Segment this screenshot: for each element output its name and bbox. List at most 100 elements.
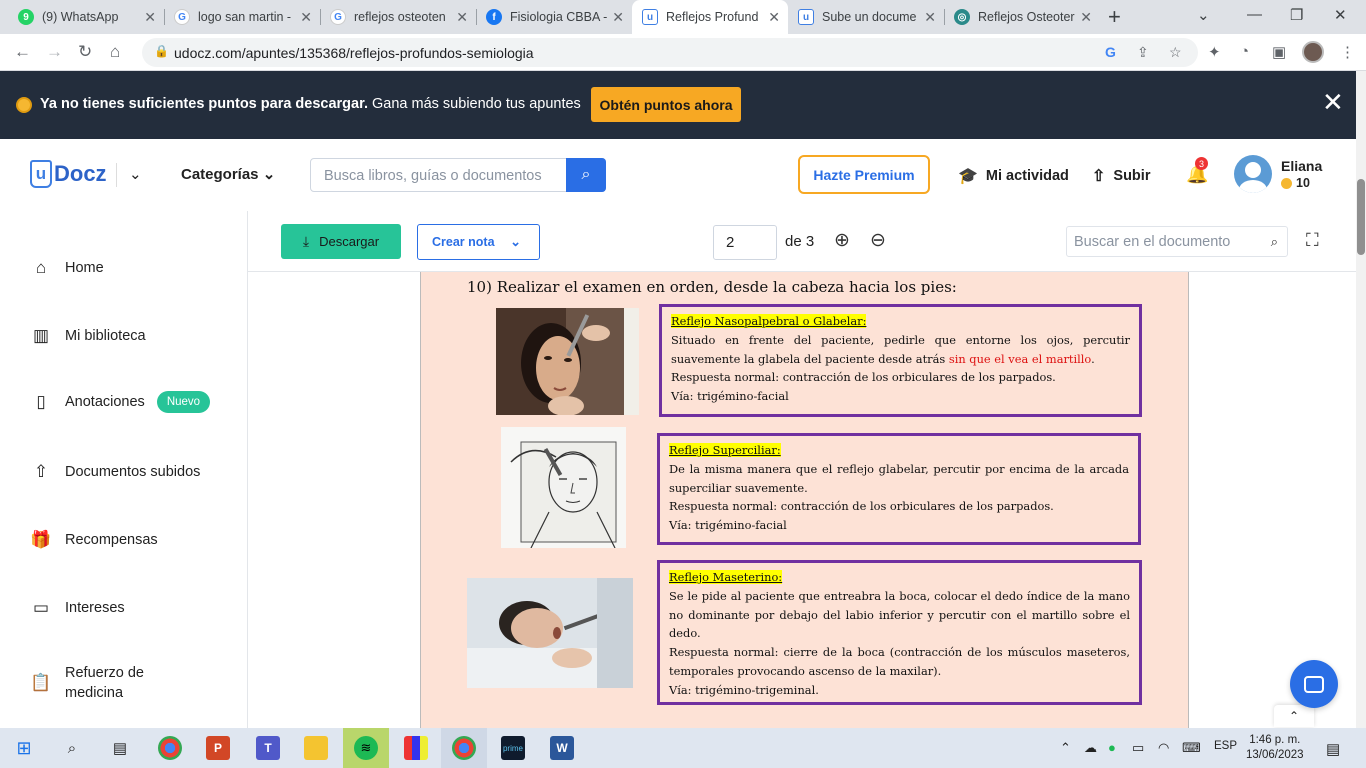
close-banner-icon[interactable]: ✕	[1322, 89, 1344, 115]
sidebar-item-medicine[interactable]: 📋 Refuerzo de medicina	[30, 663, 190, 703]
omnibox[interactable]: 🔒 udocz.com/apuntes/135368/reflejos-prof…	[142, 38, 1198, 67]
reload-icon[interactable]: ↻	[78, 42, 92, 62]
tab-search-icon[interactable]: ⌄	[1197, 6, 1210, 24]
windows-start-icon[interactable]: ⊞	[12, 736, 36, 760]
spotify-icon[interactable]: ≋	[354, 736, 378, 760]
bookmark-star-icon[interactable]: ☆	[1169, 44, 1182, 61]
keyboard-icon[interactable]: ⌨	[1182, 740, 1201, 756]
gift-icon: 🎁	[30, 530, 52, 549]
library-icon: ▥	[32, 326, 50, 345]
cloud-icon[interactable]: ☁	[1084, 740, 1097, 756]
office-app-icon[interactable]	[404, 736, 428, 760]
scrollbar-thumb[interactable]	[1357, 179, 1365, 255]
browser-menu-icon[interactable]: ⋮	[1340, 43, 1355, 61]
lock-icon: 🔒	[154, 44, 169, 58]
document-search-input[interactable]: Buscar en el documento ⌕	[1066, 226, 1288, 257]
notification-center-icon[interactable]: ▤	[1326, 740, 1340, 758]
search-icon[interactable]: ⌕	[60, 736, 84, 760]
download-button[interactable]: ⤓ Descargar	[281, 224, 401, 259]
sidebar-item-rewards[interactable]: 🎁 Recompensas	[30, 530, 157, 550]
tray-chevron-icon[interactable]: ⌃	[1060, 740, 1071, 756]
facebook-icon: f	[486, 9, 502, 25]
udocz-logo[interactable]: u Docz	[30, 160, 107, 188]
points-banner: Ya no tienes suficientes puntos para des…	[0, 71, 1356, 139]
performance-icon[interactable]: ◔	[1240, 43, 1249, 60]
page-number-input[interactable]: 2	[713, 225, 777, 260]
teams-icon[interactable]: T	[256, 736, 280, 760]
google-icon: G	[174, 9, 190, 25]
globe-icon: ◎	[954, 9, 970, 25]
sidebar-item-uploaded[interactable]: ⇧ Documentos subidos	[30, 462, 201, 482]
create-note-button[interactable]: Crear nota ⌄	[417, 224, 540, 260]
get-points-button[interactable]: Obtén puntos ahora	[591, 87, 741, 122]
browser-tab[interactable]: u Sube un docume ✕	[788, 0, 944, 34]
tab-close-icon[interactable]: ✕	[612, 9, 624, 26]
user-avatar[interactable]	[1234, 155, 1272, 193]
search-input[interactable]: Busca libros, guías o documentos ⌕	[310, 158, 606, 192]
upload-icon: ⇧	[33, 462, 49, 481]
chat-button[interactable]	[1290, 660, 1338, 708]
tab-close-icon[interactable]: ✕	[1080, 9, 1092, 26]
google-lens-icon[interactable]: G	[1105, 44, 1116, 60]
activity-link[interactable]: 🎓 Mi actividad	[958, 166, 1069, 186]
sidebar-item-notes[interactable]: ▯ Anotaciones Nuevo	[30, 391, 211, 413]
clipboard-icon: 📋	[30, 673, 52, 692]
spotify-tray-icon[interactable]: ●	[1108, 740, 1116, 755]
search-button[interactable]: ⌕	[566, 158, 606, 192]
page-total: de 3	[785, 233, 815, 250]
premium-button[interactable]: Hazte Premium	[798, 155, 930, 194]
sidebar-item-interests[interactable]: ▭ Intereses	[30, 598, 125, 618]
chrome-taskbar-icon[interactable]	[158, 736, 182, 760]
browser-tab[interactable]: f Fisiologia CBBA - ✕	[476, 0, 632, 34]
share-icon[interactable]: ⇪	[1137, 44, 1149, 61]
side-panel-icon[interactable]: ▣	[1272, 43, 1286, 61]
tab-close-icon[interactable]: ✕	[768, 9, 780, 26]
extensions-icon[interactable]: ✦	[1208, 43, 1221, 61]
home-browser-icon[interactable]: ⌂	[110, 42, 120, 62]
document-page: 10) Realizar el examen en orden, desde l…	[420, 272, 1189, 728]
browser-profile-avatar[interactable]	[1302, 41, 1324, 63]
udocz-icon: u	[642, 9, 658, 25]
prime-video-icon[interactable]: prime	[501, 736, 525, 760]
battery-icon[interactable]: ▭	[1132, 740, 1144, 756]
url-text[interactable]: udocz.com/apuntes/135368/reflejos-profun…	[174, 45, 534, 61]
categories-menu[interactable]: Categorías ⌄	[181, 165, 275, 183]
task-view-icon[interactable]: ▤	[108, 736, 132, 760]
sidebar-item-home[interactable]: ⌂ Home	[30, 258, 104, 278]
chrome-profile-taskbar-icon[interactable]	[452, 736, 476, 760]
browser-tab-active[interactable]: u Reflejos Profund ✕	[632, 0, 788, 34]
upload-link[interactable]: ⇧ Subir	[1092, 166, 1150, 186]
browser-tab[interactable]: G logo san martin - ✕	[164, 0, 320, 34]
forward-icon[interactable]: →	[46, 42, 63, 62]
word-icon[interactable]: W	[550, 736, 574, 760]
search-icon: ⌕	[1270, 234, 1278, 249]
zoom-in-icon[interactable]: ⊕	[834, 229, 850, 252]
tab-close-icon[interactable]: ✕	[144, 9, 156, 26]
sidebar-item-library[interactable]: ▥ Mi biblioteca	[30, 326, 146, 346]
zoom-out-icon[interactable]: ⊖	[870, 229, 886, 252]
page-scrollbar[interactable]	[1356, 71, 1366, 728]
back-icon[interactable]: ←	[14, 42, 31, 62]
tab-close-icon[interactable]: ✕	[456, 9, 468, 26]
fullscreen-icon[interactable]: ⛶	[1306, 230, 1319, 251]
tab-close-icon[interactable]: ✕	[300, 9, 312, 26]
scroll-up-button[interactable]: ⌃	[1274, 705, 1314, 727]
site-header: u Docz ⌄ Categorías ⌄ Busca libros, guía…	[0, 139, 1356, 211]
file-explorer-icon[interactable]	[304, 736, 328, 760]
browser-tab[interactable]: G reflejos osteoten ✕	[320, 0, 476, 34]
powerpoint-icon[interactable]: P	[206, 736, 230, 760]
user-name[interactable]: Eliana	[1281, 158, 1322, 174]
language-indicator[interactable]: ESP	[1214, 740, 1237, 752]
restore-button[interactable]: ❐	[1290, 6, 1303, 24]
new-tab-button[interactable]: +	[1108, 4, 1121, 30]
browser-tab[interactable]: 9 (9) WhatsApp ✕	[8, 0, 164, 34]
browser-tab[interactable]: ◎ Reflejos Osteoter ✕	[944, 0, 1100, 34]
tab-close-icon[interactable]: ✕	[924, 9, 936, 26]
minimize-button[interactable]: —	[1247, 6, 1262, 23]
wifi-icon[interactable]: ◠	[1158, 740, 1169, 756]
notifications-bell-icon[interactable]: 🔔 3	[1186, 157, 1208, 185]
home-icon: ⌂	[35, 258, 47, 277]
chevron-down-icon[interactable]: ⌄	[129, 165, 142, 183]
system-clock[interactable]: 1:46 p. m. 13/06/2023	[1246, 733, 1304, 763]
close-window-button[interactable]: ✕	[1334, 6, 1347, 24]
